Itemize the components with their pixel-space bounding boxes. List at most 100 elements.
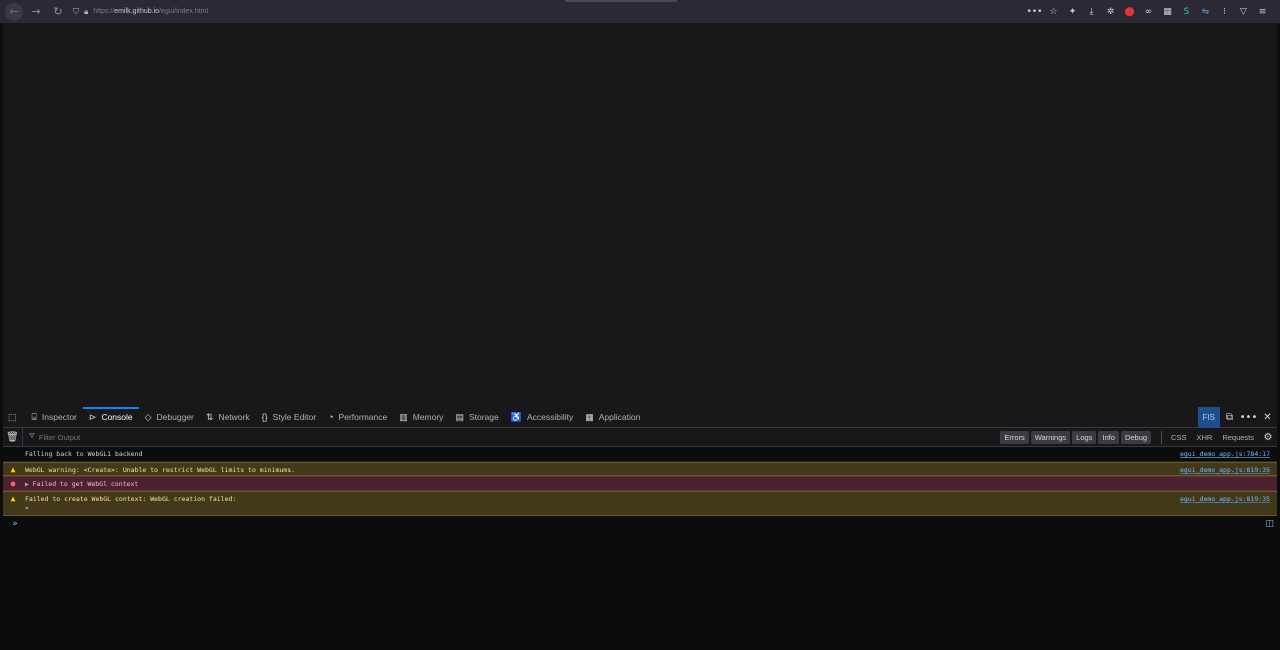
console-message-warning[interactable]: ▲ WebGL warning: <Create>: Unable to rest…: [3, 462, 1277, 476]
filter-warnings-button[interactable]: Warnings: [1030, 430, 1071, 444]
shield-icon[interactable]: ⛉: [73, 7, 79, 17]
message-extra: *: [25, 505, 29, 513]
tab-performance[interactable]: ◔ Performance: [322, 407, 393, 428]
message-body: ▶ Failed to get WebGl context: [23, 477, 1277, 488]
hamburger-menu-icon[interactable]: ≡: [1253, 3, 1272, 21]
console-icon: ⊳: [88, 411, 97, 422]
devtools-panel: ⬚ ⌸ Inspector ⊳ Console ◇ Debugger ⇅ Network {} S…: [3, 406, 1277, 650]
more-options-icon[interactable]: •••: [1239, 407, 1258, 428]
url-path: /egui/index.html: [159, 8, 209, 15]
console-settings-icon[interactable]: ⚙: [1259, 432, 1277, 443]
console-message-log[interactable]: Falling back to WebGL1 backend egui_demo_…: [3, 447, 1277, 462]
element-picker-icon: ⬚: [8, 411, 17, 422]
accessibility-icon: ♿: [510, 411, 522, 422]
bookmark-star-icon[interactable]: ☆: [1044, 3, 1063, 21]
error-icon: ●: [10, 479, 16, 488]
browser-window: ← → ↻ ⛉ 🔒︎ https://emilk.github.io/egui/…: [0, 0, 1280, 650]
message-body: Failed to create WebGL context: WebGL cr…: [23, 492, 1180, 513]
console-message-warning[interactable]: ▲ Failed to create WebGL context: WebGL c…: [3, 491, 1277, 516]
sync-icon[interactable]: ⇋: [1196, 3, 1215, 21]
tab-storage[interactable]: ▤ Storage: [449, 407, 504, 428]
lock-icon[interactable]: 🔒︎: [84, 7, 88, 17]
clear-console-icon[interactable]: 🗑︎: [3, 427, 23, 447]
reload-button[interactable]: ↻: [49, 3, 67, 21]
tab-inspector[interactable]: ⌸ Inspector: [26, 407, 83, 428]
filter-info-button[interactable]: Info: [1098, 430, 1119, 444]
tab-memory[interactable]: ▥ Memory: [393, 407, 449, 428]
tab-debugger[interactable]: ◇ Debugger: [139, 407, 200, 428]
filter-css-button[interactable]: CSS: [1166, 433, 1191, 442]
editor-mode-icon[interactable]: ◫: [1265, 519, 1274, 529]
log-icon: [3, 447, 23, 449]
fis-button[interactable]: FIS: [1197, 407, 1220, 428]
page-canvas[interactable]: [3, 24, 1277, 407]
tab-label: Network: [218, 412, 250, 422]
filter-placeholder: Filter Output: [38, 432, 81, 442]
console-filterbar: 🗑︎ ⛛ Filter Output Errors Warnings Logs Inf…: [3, 427, 1277, 447]
dropdown-icon[interactable]: ▽: [1234, 3, 1253, 21]
dock-toggle-icon[interactable]: ⧉: [1220, 407, 1239, 428]
translate-icon[interactable]: S: [1177, 3, 1196, 21]
tab-label: Memory: [412, 412, 444, 422]
tab-console[interactable]: ⊳ Console: [82, 406, 139, 428]
ublock-icon[interactable]: ⬤: [1120, 3, 1139, 21]
console-message-error[interactable]: ● ▶ Failed to get WebGl context: [3, 476, 1277, 491]
tab-label: Debugger: [156, 412, 194, 422]
reload-icon: ↻: [53, 5, 63, 18]
inspector-icon: ⌸: [31, 411, 37, 422]
filter-input[interactable]: ⛛ Filter Output: [29, 433, 1000, 442]
list-icon[interactable]: ⁝: [1215, 3, 1234, 21]
expand-triangle-icon[interactable]: ▶: [25, 481, 29, 488]
page-viewport[interactable]: [3, 24, 1277, 407]
tab-indicator: [565, 0, 677, 2]
tab-label: Console: [101, 412, 133, 422]
message-source-link[interactable]: egui_demo_app.js:819:35: [1180, 492, 1277, 503]
extensions-icon[interactable]: ✦: [1063, 3, 1082, 21]
message-text: WebGL warning: <Create>: Unable to restr…: [25, 466, 296, 474]
tab-label: Inspector: [41, 412, 77, 422]
message-text: Falling back to WebGL1 backend: [25, 450, 143, 458]
grid-icon[interactable]: ▦: [1158, 3, 1177, 21]
filter-errors-button[interactable]: Errors: [1000, 430, 1029, 444]
performance-icon: ◔: [328, 412, 334, 422]
style-editor-icon: {}: [261, 412, 268, 422]
forward-arrow-icon: →: [31, 5, 41, 18]
tab-label: Application: [598, 412, 641, 422]
tab-label: Performance: [338, 412, 388, 422]
url-host: emilk.github.io: [114, 8, 160, 15]
url-protocol: https://: [93, 8, 115, 15]
warning-icon: ▲: [10, 465, 16, 474]
message-text: Failed to get WebGl context: [32, 480, 139, 488]
forward-button[interactable]: →: [27, 3, 45, 21]
prompt-chevron-icon: »: [12, 519, 18, 529]
console-input[interactable]: » ◫: [3, 517, 1277, 531]
filter-logs-button[interactable]: Logs: [1072, 430, 1097, 444]
browser-toolbar: ← → ↻ ⛉ 🔒︎ https://emilk.github.io/egui/…: [0, 0, 1280, 24]
page-actions-icon[interactable]: •••: [1025, 3, 1044, 21]
url-bar[interactable]: ⛉ 🔒︎ https://emilk.github.io/egui/index.…: [73, 3, 1025, 21]
tab-label: Style Editor: [272, 412, 317, 422]
element-picker-button[interactable]: ⬚: [3, 407, 26, 428]
storage-icon: ▤: [455, 411, 464, 422]
filter-requests-button[interactable]: Requests: [1217, 433, 1259, 442]
link-icon[interactable]: ∞: [1139, 3, 1158, 21]
message-body: Falling back to WebGL1 backend: [23, 447, 1180, 458]
message-source-link[interactable]: egui_demo_app.js:784:17: [1180, 447, 1277, 458]
message-source-link[interactable]: egui_demo_app.js:819:35: [1180, 463, 1277, 474]
back-arrow-icon: ←: [9, 5, 19, 18]
tab-accessibility[interactable]: ♿ Accessibility: [505, 407, 580, 428]
application-icon: ▦: [585, 411, 594, 422]
memory-icon: ▥: [399, 411, 408, 422]
filter-icon: ⛛: [29, 433, 35, 440]
back-button[interactable]: ←: [5, 2, 23, 21]
filter-debug-button[interactable]: Debug: [1120, 430, 1152, 444]
tab-network[interactable]: ⇅ Network: [200, 407, 256, 428]
tab-style-editor[interactable]: {} Style Editor: [256, 407, 322, 428]
filter-xhr-button[interactable]: XHR: [1191, 433, 1217, 442]
network-icon: ⇅: [205, 411, 214, 422]
settings-icon[interactable]: ✲: [1101, 3, 1120, 21]
tab-application[interactable]: ▦ Application: [579, 407, 646, 428]
close-icon[interactable]: ✕: [1258, 407, 1277, 428]
tab-label: Accessibility: [526, 412, 574, 422]
download-icon[interactable]: ⤓: [1082, 3, 1101, 21]
